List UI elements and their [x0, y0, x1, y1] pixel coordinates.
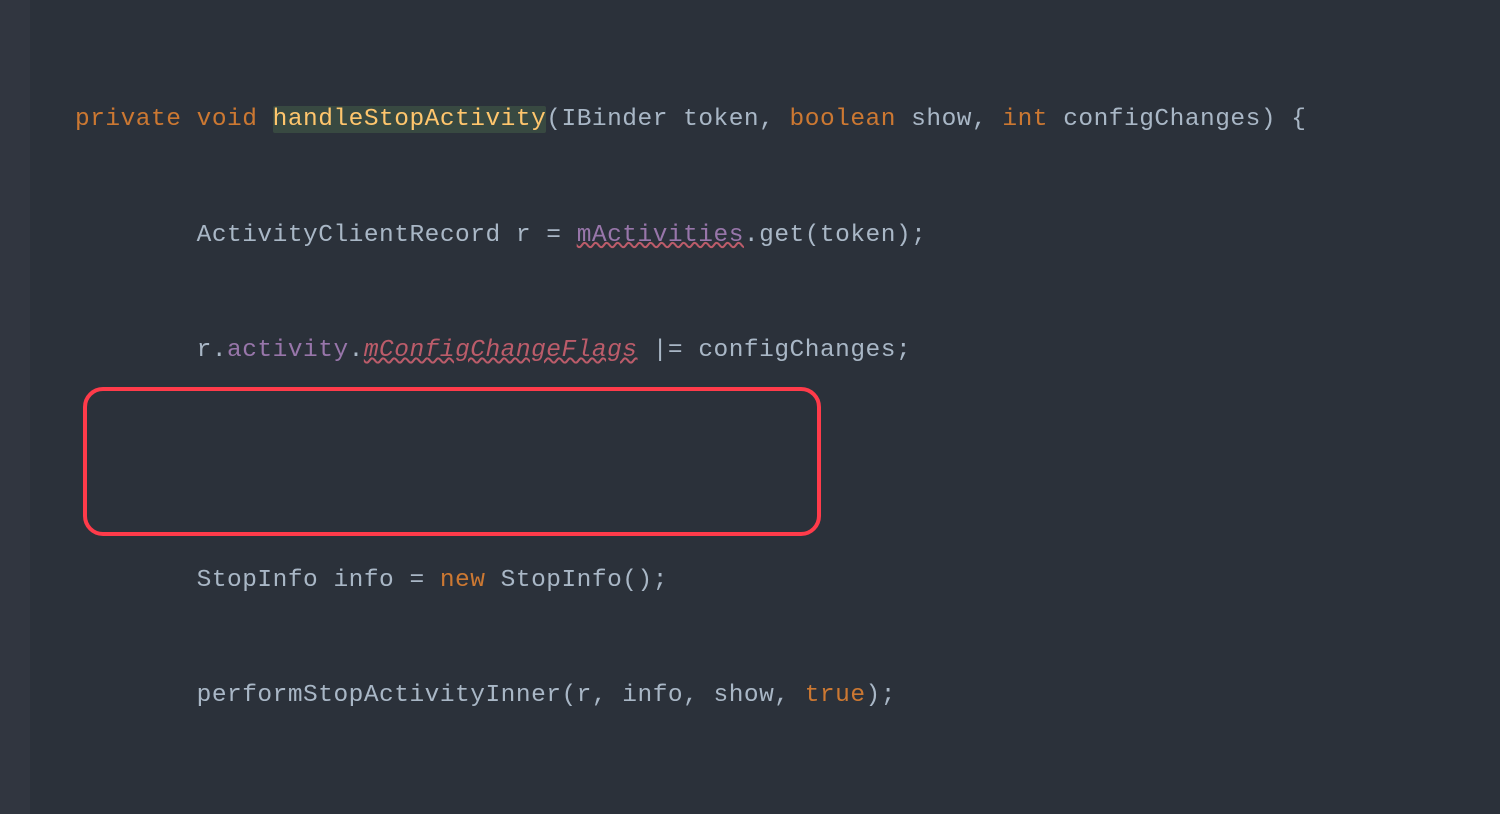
keyword-void: void — [197, 106, 258, 133]
code-line: r.activity.mConfigChangeFlags |= configC… — [75, 337, 1500, 366]
keyword-new: new — [440, 567, 486, 594]
code-text: (IBinder token, — [546, 106, 789, 133]
keyword-int: int — [1002, 106, 1048, 133]
code-text: |= configChanges; — [638, 337, 912, 364]
keyword-private: private — [75, 106, 181, 133]
blank-line — [75, 798, 1500, 814]
field-ref: mActivities — [577, 222, 744, 249]
code-line: ActivityClientRecord r = mActivities.get… — [75, 222, 1500, 251]
keyword-boolean: boolean — [790, 106, 896, 133]
code-text: .get(token); — [744, 222, 926, 249]
code-line: performStopActivityInner(r, info, show, … — [75, 682, 1500, 711]
code-text: show, — [896, 106, 1002, 133]
code-line: StopInfo info = new StopInfo(); — [75, 567, 1500, 596]
code-text: configChanges) { — [1048, 106, 1306, 133]
code-text: ); — [866, 682, 896, 709]
code-editor[interactable]: private void handleStopActivity(IBinder … — [0, 0, 1500, 814]
code-text: ActivityClientRecord r = — [75, 222, 577, 249]
code-line: private void handleStopActivity(IBinder … — [75, 106, 1500, 135]
code-text: r. — [75, 337, 227, 364]
field-error: mConfigChangeFlags — [364, 337, 638, 364]
code-text: StopInfo info = — [75, 567, 440, 594]
method-declaration: handleStopActivity — [273, 106, 547, 133]
code-text: StopInfo(); — [485, 567, 667, 594]
field-ref: activity — [227, 337, 349, 364]
keyword-true: true — [805, 682, 866, 709]
blank-line — [75, 452, 1500, 481]
code-text: performStopActivityInner(r, info, show, — [75, 682, 805, 709]
